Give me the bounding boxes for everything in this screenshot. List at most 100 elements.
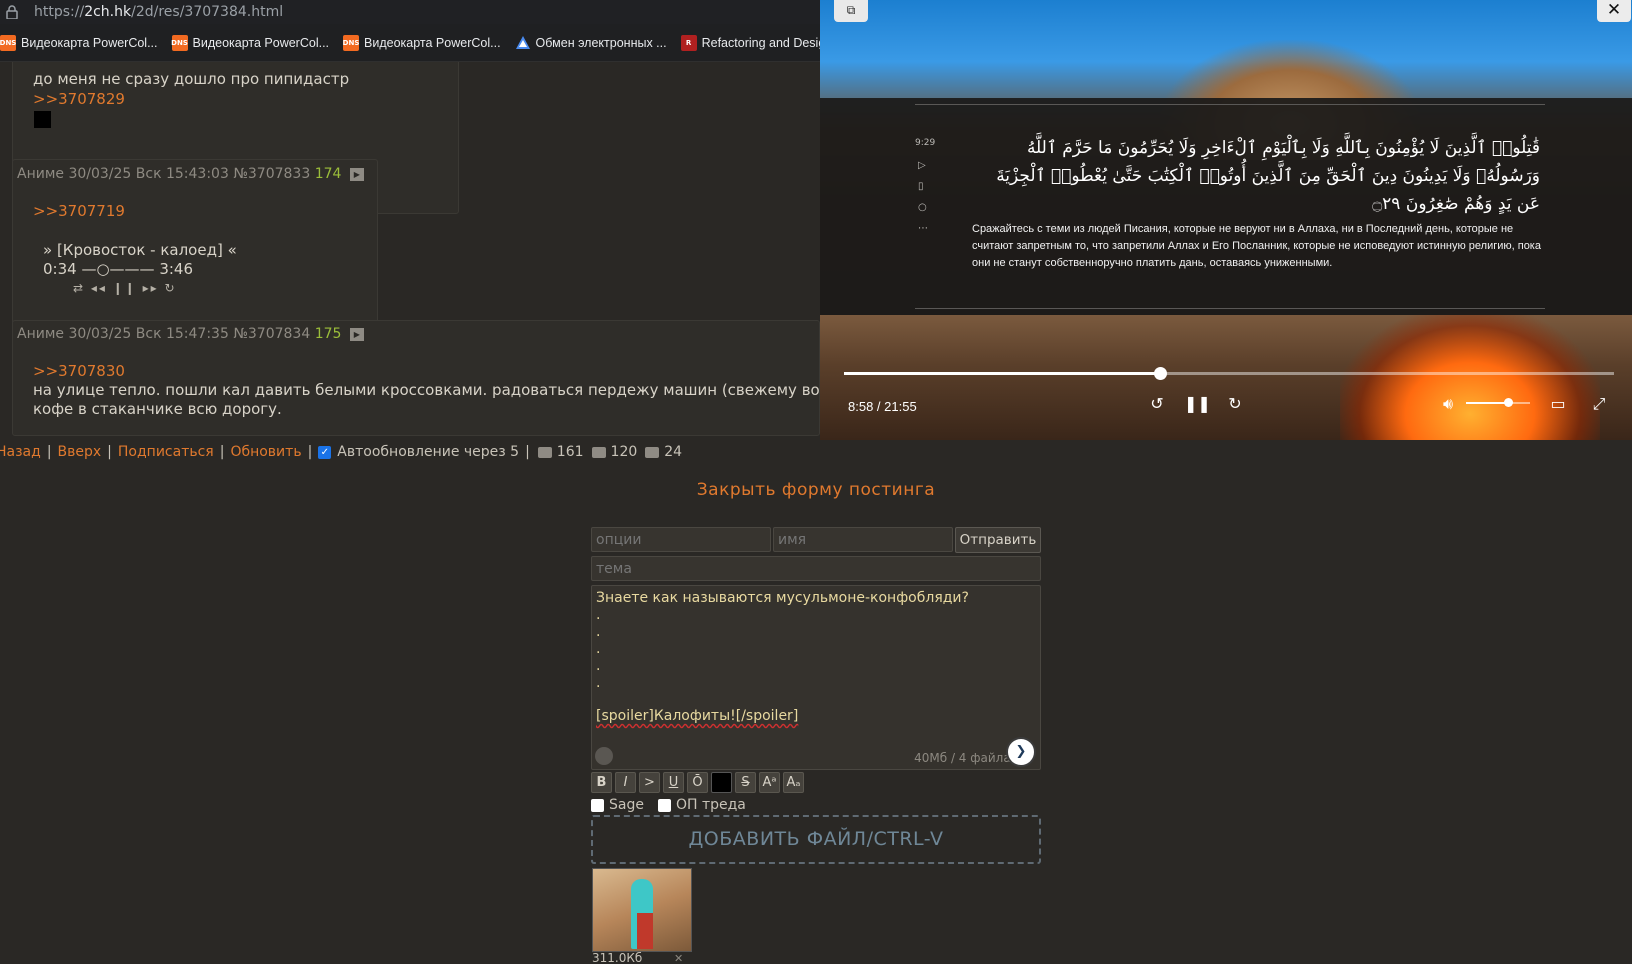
message-textarea[interactable]: Знаете как называются мусульмоне-конфобл…	[591, 585, 1041, 770]
video-progress[interactable]	[844, 367, 1614, 380]
video-player[interactable]: 9:29 ▷ ▯ ○ ⋯ قَٰتِلُوا۟ ٱلَّذِينَ لَا يُ…	[820, 0, 1632, 440]
video-frame-fire	[1340, 310, 1600, 440]
volume-slider[interactable]	[1466, 398, 1530, 407]
book-icon: ▯	[918, 181, 924, 192]
bold-button[interactable]: B	[591, 772, 612, 793]
spoiler-button[interactable]	[711, 772, 732, 793]
divider	[915, 308, 1545, 309]
dns-icon: DNS	[0, 34, 16, 51]
images-count: 120	[610, 444, 638, 460]
post-header: Аниме 30/03/25 Вск 15:43:03 №3707833 174…	[17, 166, 364, 182]
up-link[interactable]: Вверх	[58, 444, 102, 460]
autoupdate-label: Автообновление через 5	[337, 444, 520, 460]
dns-icon: DNS	[171, 34, 188, 51]
images-icon	[591, 446, 606, 458]
bookmark-2[interactable]: DNS Видеокарта PowerCol...	[171, 34, 329, 51]
italic-button[interactable]: I	[615, 772, 636, 793]
comment-icon: ○	[918, 202, 927, 213]
close-icon[interactable]: ✕	[1597, 0, 1631, 22]
submit-button[interactable]: Отправить	[955, 527, 1041, 553]
post-number[interactable]: 175	[315, 326, 342, 342]
bookmark-label: Видеокарта PowerCol...	[21, 35, 158, 50]
seek-bar[interactable]: —○———	[81, 260, 159, 278]
volume-icon[interactable]: 🔊︎	[1437, 394, 1459, 414]
sage-checkbox[interactable]	[591, 798, 604, 812]
reply-link[interactable]: >>3707829	[33, 90, 125, 108]
back-link[interactable]: Назад	[0, 444, 41, 460]
play-icon[interactable]: ▶	[349, 167, 364, 181]
attached-image-thumbnail[interactable]	[592, 868, 692, 952]
subscribe-link[interactable]: Подписаться	[118, 444, 214, 460]
reply-link[interactable]: >>3707719	[33, 202, 125, 220]
overline-button[interactable]: Ō	[687, 772, 708, 793]
player-controls[interactable]: ⇄ ◂◂ ❙❙ ▸▸ ↻	[73, 281, 177, 295]
posts-icon	[537, 446, 552, 458]
message-line-7: [spoiler]Калофиты![/spoiler]	[596, 708, 799, 724]
refresh-link[interactable]: Обновить	[230, 444, 301, 460]
superscript-button[interactable]: Aᵃ	[759, 772, 780, 793]
play-icon: ▷	[918, 160, 926, 171]
message-line-1: Знаете как называются мусульмоне-конфобл…	[596, 590, 969, 606]
strike-button[interactable]: S	[735, 772, 756, 793]
bookmark-3[interactable]: DNS Видеокарта PowerCol...	[343, 34, 501, 51]
bookmark-1[interactable]: DNS Видеокарта PowerCol...	[0, 34, 158, 51]
play-icon[interactable]: ▶	[349, 327, 364, 341]
verse-time: 9:29	[915, 138, 936, 148]
pause-icon[interactable]: ❚❚	[1184, 394, 1211, 413]
fullscreen-icon[interactable]: ⤢	[1588, 394, 1610, 414]
underline-button[interactable]: U	[663, 772, 684, 793]
nav-separator: |	[525, 444, 530, 460]
verse-translation: Сражайтесь с теми из людей Писания, кото…	[972, 223, 1541, 269]
nav-separator: |	[219, 444, 225, 460]
reply-link[interactable]: >>3707830	[33, 362, 125, 380]
track-title: » [Кровосток - калоед] «	[43, 241, 237, 259]
file-dropzone[interactable]: ДОБАВИТЬ ФАЙЛ/CTRL-V	[591, 815, 1041, 864]
close-form-link[interactable]: Закрыть форму постинга	[0, 480, 1632, 500]
extension-icon[interactable]: ❯	[1006, 737, 1036, 767]
sage-label: Sage	[609, 797, 644, 813]
op-checkbox[interactable]	[657, 798, 671, 812]
verse-arabic: قَٰتِلُوا۟ ٱلَّذِينَ لَا يُؤْمِنُونَ بِٱ…	[996, 138, 1540, 214]
volume-knob[interactable]	[1503, 398, 1513, 407]
bookmark-label: Refactoring and Desig...	[701, 35, 820, 50]
options-field[interactable]	[591, 527, 771, 552]
post-text-line2: кофе в стаканчике всю дорогу.	[33, 400, 282, 418]
post-text-line1: на улице тепло. пошли кал давить белыми …	[33, 381, 820, 399]
forward-10-icon[interactable]: ↻	[1224, 394, 1246, 413]
bookmark-label: Видеокарта PowerCol...	[364, 35, 501, 50]
subject-field[interactable]	[591, 556, 1041, 581]
time-total: 3:46	[159, 260, 194, 278]
lock-icon	[6, 5, 18, 19]
quote-button[interactable]: >	[639, 772, 660, 793]
bookmark-4[interactable]: Обмен электронных ...	[515, 35, 667, 51]
resize-icon[interactable]	[595, 747, 613, 765]
post-number[interactable]: 174	[315, 166, 342, 182]
bookmark-label: Обмен электронных ...	[535, 35, 667, 50]
autoupdate-checkbox[interactable]: ✓	[318, 445, 332, 459]
post-3707834: Аниме 30/03/25 Вск 15:47:35 №3707834 175…	[12, 320, 820, 436]
address-bar[interactable]: https://2ch.hk/2d/res/3707384.html	[0, 0, 820, 24]
bookmarks-bar: DNS Видеокарта PowerCol... DNS Видеокарт…	[0, 24, 820, 62]
thumb-figure	[637, 913, 653, 949]
screenshot-icon[interactable]: ⧉	[834, 0, 868, 22]
post-meta: Аниме 30/03/25 Вск 15:43:03 №3707833	[17, 166, 311, 182]
post-options: Sage ОП треда	[591, 797, 746, 813]
refactoring-icon: R	[680, 34, 697, 51]
post-text: до меня не сразу дошло про пипидастр	[33, 70, 350, 88]
subtitles-icon[interactable]: ▭	[1547, 394, 1569, 413]
post-header: Аниме 30/03/25 Вск 15:47:35 №3707834 175…	[17, 326, 364, 342]
users-count: 24	[664, 444, 683, 460]
markup-toolbar: B I > U Ō S Aᵃ Aₐ	[591, 772, 807, 793]
remove-attachment-icon[interactable]: ✕	[674, 952, 683, 964]
name-field[interactable]	[773, 527, 953, 552]
post-meta: Аниме 30/03/25 Вск 15:47:35 №3707834	[17, 326, 311, 342]
progress-fill	[844, 372, 1160, 375]
rewind-10-icon[interactable]: ↺	[1146, 394, 1168, 413]
player-timeline[interactable]: 0:34 —○——— 3:46	[43, 260, 193, 278]
dns-icon: DNS	[343, 34, 359, 51]
subscript-button[interactable]: Aₐ	[783, 772, 804, 793]
progress-knob[interactable]	[1153, 367, 1167, 380]
op-label: ОП треда	[675, 797, 746, 813]
bookmark-5[interactable]: R Refactoring and Desig...	[680, 34, 820, 51]
volume-fill	[1466, 402, 1508, 404]
